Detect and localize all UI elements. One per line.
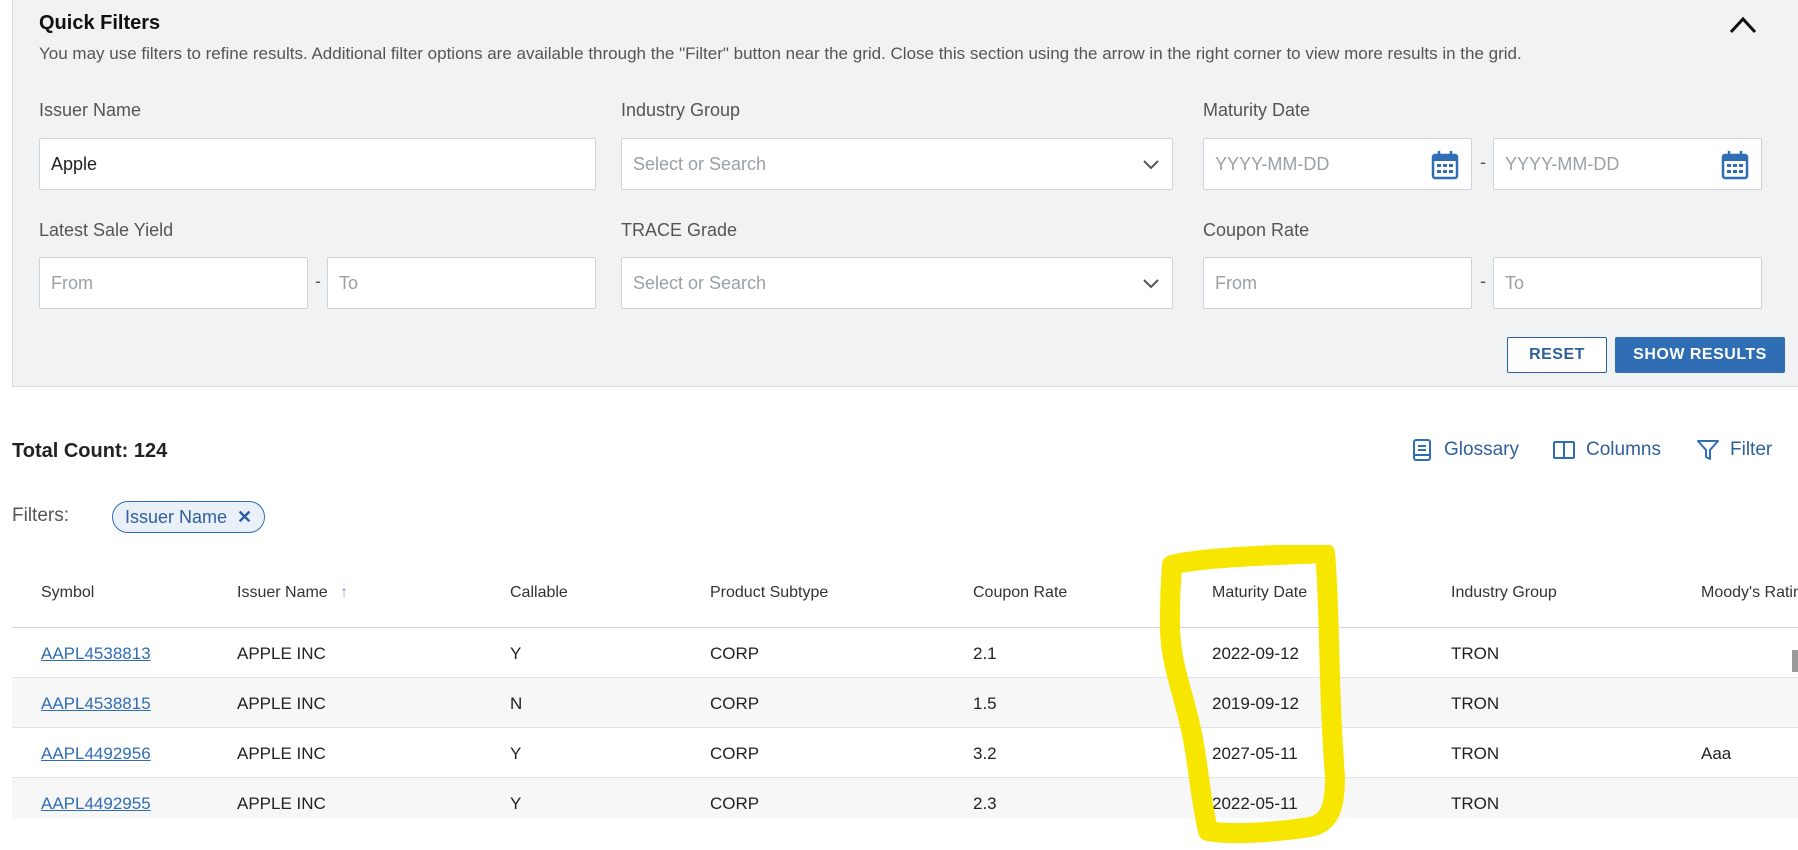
columns-label: Columns xyxy=(1586,439,1661,460)
sort-ascending-icon: ↑ xyxy=(340,584,349,601)
total-count: Total Count: 124 xyxy=(12,440,168,462)
active-filter-chip: Issuer Name ✕ xyxy=(112,501,266,533)
product-subtype-cell: CORP xyxy=(710,744,760,763)
latest-sale-yield-separator: - xyxy=(315,271,321,291)
industry-group-label: Industry Group xyxy=(621,100,741,120)
table-row[interactable]: AAPL4538813 APPLE INC Y CORP 2.1 2022-09… xyxy=(12,628,1798,678)
maturity-date-to-input[interactable]: YYYY-MM-DD xyxy=(1493,138,1762,190)
header-issuer-name-label: Issuer Name xyxy=(237,584,328,601)
maturity-date-to-placeholder: YYYY-MM-DD xyxy=(1505,153,1620,174)
symbol-link[interactable]: AAPL4492956 xyxy=(41,744,151,764)
calendar-icon[interactable] xyxy=(1721,150,1749,180)
reset-button[interactable]: RESET xyxy=(1507,337,1607,373)
header-industry-group[interactable]: Industry Group xyxy=(1451,584,1557,602)
moodys-rating-cell: Aaa xyxy=(1701,744,1732,763)
coupon-rate-label: Coupon Rate xyxy=(1203,220,1310,240)
book-icon xyxy=(1413,439,1431,461)
industry-group-select[interactable]: Select or Search xyxy=(621,138,1173,190)
maturity-date-cell: 2022-05-11 xyxy=(1212,794,1298,813)
issuer-name-cell: APPLE INC xyxy=(237,694,326,713)
callable-cell: N xyxy=(510,694,523,713)
show-results-button[interactable]: SHOW RESULTS xyxy=(1615,337,1785,373)
glossary-button[interactable]: Glossary xyxy=(1410,438,1519,462)
filter-label: Filter xyxy=(1730,439,1773,460)
glossary-label: Glossary xyxy=(1444,439,1519,460)
coupon-rate-separator: - xyxy=(1480,271,1486,291)
header-product-subtype[interactable]: Product Subtype xyxy=(710,584,828,602)
maturity-date-separator: - xyxy=(1480,152,1486,172)
coupon-rate-cell: 1.5 xyxy=(973,694,997,713)
maturity-date-cell: 2022-09-12 xyxy=(1212,644,1299,663)
maturity-date-cell: 2027-05-11 xyxy=(1212,744,1298,763)
chevron-down-icon xyxy=(1143,160,1159,170)
issuer-name-cell: APPLE INC xyxy=(237,744,326,763)
quick-filters-description: You may use filters to refine results. A… xyxy=(39,44,1522,63)
results-grid: Symbol Issuer Name ↑ Callable Product Su… xyxy=(12,560,1798,818)
header-issuer-name[interactable]: Issuer Name ↑ xyxy=(237,584,348,602)
header-symbol[interactable]: Symbol xyxy=(41,584,94,602)
symbol-link[interactable]: AAPL4492955 xyxy=(41,794,151,814)
coupon-rate-cell: 3.2 xyxy=(973,744,997,763)
industry-group-cell: TRON xyxy=(1451,694,1500,713)
callable-cell: Y xyxy=(510,794,522,813)
chevron-down-icon xyxy=(1143,279,1159,289)
symbol-link[interactable]: AAPL4538813 xyxy=(41,644,151,664)
industry-group-cell: TRON xyxy=(1451,644,1500,663)
issuer-name-label: Issuer Name xyxy=(39,100,142,120)
trace-grade-label: TRACE Grade xyxy=(621,220,738,240)
remove-filter-icon[interactable]: ✕ xyxy=(237,507,252,528)
trace-grade-placeholder: Select or Search xyxy=(633,272,767,293)
table-row[interactable]: AAPL4492956 APPLE INC Y CORP 3.2 2027-05… xyxy=(12,728,1798,778)
filter-funnel-icon xyxy=(1697,440,1719,460)
latest-sale-yield-to-placeholder: To xyxy=(339,272,359,293)
quick-filters-panel: Quick Filters You may use filters to ref… xyxy=(12,0,1798,387)
columns-icon xyxy=(1553,441,1575,459)
coupon-rate-cell: 2.1 xyxy=(973,644,997,663)
maturity-date-from-placeholder: YYYY-MM-DD xyxy=(1215,153,1330,174)
header-maturity-date[interactable]: Maturity Date xyxy=(1212,584,1307,602)
issuer-name-input[interactable]: Apple xyxy=(39,138,596,190)
maturity-date-from-input[interactable]: YYYY-MM-DD xyxy=(1203,138,1472,190)
product-subtype-cell: CORP xyxy=(710,794,760,813)
latest-sale-yield-from-input[interactable]: From xyxy=(39,257,308,309)
latest-sale-yield-from-placeholder: From xyxy=(51,272,93,293)
industry-group-cell: TRON xyxy=(1451,744,1500,763)
collapse-chevron-icon[interactable] xyxy=(1728,12,1758,38)
callable-cell: Y xyxy=(510,644,522,663)
table-row[interactable]: AAPL4492955 APPLE INC Y CORP 2.3 2022-05… xyxy=(12,778,1798,818)
product-subtype-cell: CORP xyxy=(710,644,760,663)
callable-cell: Y xyxy=(510,744,522,763)
issuer-name-cell: APPLE INC xyxy=(237,794,326,813)
issuer-name-cell: APPLE INC xyxy=(237,644,326,663)
header-coupon-rate[interactable]: Coupon Rate xyxy=(973,584,1067,602)
trace-grade-select[interactable]: Select or Search xyxy=(621,257,1173,309)
grid-scrollbar[interactable] xyxy=(1792,650,1798,672)
coupon-rate-cell: 2.3 xyxy=(973,794,997,813)
quick-filters-title: Quick Filters xyxy=(39,12,161,34)
filters-label: Filters: xyxy=(12,505,69,526)
latest-sale-yield-to-input[interactable]: To xyxy=(327,257,596,309)
industry-group-placeholder: Select or Search xyxy=(633,153,767,174)
maturity-date-cell: 2019-09-12 xyxy=(1212,694,1299,713)
latest-sale-yield-label: Latest Sale Yield xyxy=(39,220,174,240)
coupon-rate-to-input[interactable]: To xyxy=(1493,257,1762,309)
header-callable[interactable]: Callable xyxy=(510,584,568,602)
maturity-date-label: Maturity Date xyxy=(1203,100,1311,120)
industry-group-cell: TRON xyxy=(1451,794,1500,813)
filter-button[interactable]: Filter xyxy=(1696,438,1772,462)
chip-label: Issuer Name xyxy=(125,506,228,527)
symbol-link[interactable]: AAPL4538815 xyxy=(41,694,151,714)
product-subtype-cell: CORP xyxy=(710,694,760,713)
coupon-rate-to-placeholder: To xyxy=(1505,272,1525,293)
header-moodys-rating[interactable]: Moody's Ratin xyxy=(1701,584,1798,602)
grid-header: Symbol Issuer Name ↑ Callable Product Su… xyxy=(12,560,1798,628)
coupon-rate-from-placeholder: From xyxy=(1215,272,1257,293)
calendar-icon[interactable] xyxy=(1431,150,1459,180)
columns-button[interactable]: Columns xyxy=(1552,438,1661,462)
table-row[interactable]: AAPL4538815 APPLE INC N CORP 1.5 2019-09… xyxy=(12,678,1798,728)
coupon-rate-from-input[interactable]: From xyxy=(1203,257,1472,309)
